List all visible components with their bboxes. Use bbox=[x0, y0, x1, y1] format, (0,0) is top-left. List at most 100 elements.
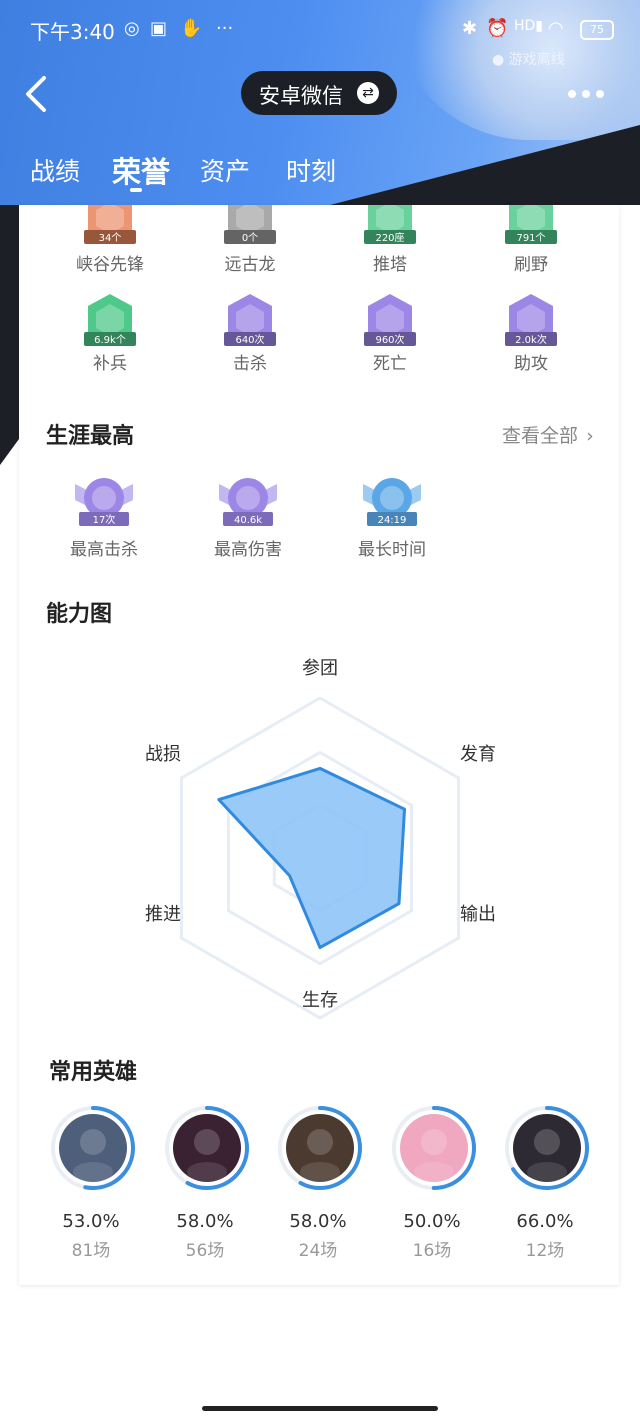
hero-games: 16场 bbox=[412, 1241, 452, 1261]
hero-item[interactable]: 58.0% 24场 bbox=[268, 1106, 368, 1261]
badge-value: 6.9k个 bbox=[94, 334, 126, 346]
hero-item[interactable]: 66.0% 12场 bbox=[495, 1106, 595, 1261]
battery-indicator: 75 bbox=[580, 20, 614, 40]
honor-badge[interactable]: 791个刷野 bbox=[461, 198, 601, 288]
bluetooth-icon: ✱ bbox=[462, 18, 478, 39]
hero-win-rate: 58.0% bbox=[176, 1211, 234, 1232]
badge-label: 峡谷先锋 bbox=[76, 255, 144, 275]
career-best-title: 生涯最高 bbox=[46, 424, 135, 449]
badge-icon: 0个 bbox=[220, 190, 280, 254]
hero-avatar bbox=[51, 1106, 135, 1190]
see-all-label: 查看全部 bbox=[502, 425, 579, 447]
badge-label: 死亡 bbox=[373, 354, 407, 374]
career-badge-label: 最高伤害 bbox=[214, 540, 282, 560]
badge-value: 220座 bbox=[375, 231, 404, 244]
radar-axis-label: 输出 bbox=[460, 904, 496, 925]
badge-icon: 6.9k个 bbox=[84, 294, 136, 346]
hero-avatar bbox=[278, 1106, 362, 1190]
tab-honor[interactable]: 荣誉 bbox=[112, 149, 170, 191]
wifi-icon: ◠ bbox=[548, 18, 564, 39]
badge-label: 助攻 bbox=[514, 354, 548, 374]
hero-games: 81场 bbox=[71, 1241, 111, 1261]
hero-avatar bbox=[505, 1106, 589, 1190]
chevron-right-icon: › bbox=[586, 425, 594, 447]
back-icon[interactable] bbox=[22, 74, 52, 114]
honor-badge[interactable]: 2.0k次助攻 bbox=[461, 292, 601, 382]
badge-value: 791个 bbox=[516, 232, 545, 244]
hero-win-rate: 50.0% bbox=[403, 1211, 461, 1232]
paw-icon: ✋ bbox=[180, 18, 203, 39]
honor-badge[interactable]: 34个峡谷先锋 bbox=[40, 198, 180, 288]
tab-moments[interactable]: 时刻 bbox=[286, 152, 336, 188]
badge-value: 640次 bbox=[235, 333, 264, 346]
hero-avatar bbox=[392, 1106, 476, 1190]
honor-badge[interactable]: 960次死亡 bbox=[320, 292, 460, 382]
home-indicator[interactable] bbox=[202, 1406, 438, 1411]
career-badge-value: 40.6k bbox=[234, 515, 262, 526]
radar-axis-label: 推进 bbox=[145, 904, 181, 925]
badge-value: 2.0k次 bbox=[515, 333, 547, 346]
badge-value: 34个 bbox=[99, 232, 122, 244]
career-badge-icon: 24:19 bbox=[363, 478, 421, 526]
badge-icon: 791个 bbox=[501, 190, 561, 254]
tab-record[interactable]: 战绩 bbox=[30, 152, 80, 188]
badge-icon: 220座 bbox=[360, 190, 420, 254]
career-badge-icon: 17次 bbox=[75, 478, 133, 526]
status-time: 下午3:40 bbox=[30, 20, 115, 44]
badge-label: 远古龙 bbox=[224, 255, 276, 275]
status-bar: 下午3:40 ◎ ▣ ✋ ··· ✱ ⏰ HD▮ ◠ 75 ● 游戏离线 bbox=[0, 0, 640, 68]
badge-icon: 34个 bbox=[80, 190, 140, 254]
honor-badge[interactable]: 0个远古龙 bbox=[180, 198, 320, 288]
tab-bar: 战绩 荣誉 资产 时刻 bbox=[0, 140, 640, 200]
badge-icon: 640次 bbox=[224, 294, 276, 346]
honor-badge[interactable]: 220座推塔 bbox=[320, 198, 460, 288]
badge-label: 刷野 bbox=[514, 255, 548, 275]
career-badge-value: 24:19 bbox=[378, 515, 407, 526]
radar-axis-label: 发育 bbox=[460, 744, 496, 765]
see-all-link[interactable]: 查看全部 › bbox=[502, 421, 594, 448]
hero-avatar bbox=[165, 1106, 249, 1190]
hero-item[interactable]: 53.0% 81场 bbox=[41, 1106, 141, 1261]
hero-games: 24场 bbox=[298, 1241, 338, 1261]
career-badge-icon: 40.6k bbox=[219, 478, 277, 526]
badge-value: 960次 bbox=[375, 333, 404, 346]
ability-chart-title: 能力图 bbox=[46, 602, 113, 627]
career-badge-label: 最高击杀 bbox=[70, 540, 138, 560]
badge-value: 0个 bbox=[242, 232, 258, 244]
career-badge-value: 17次 bbox=[93, 513, 116, 526]
badge-label: 补兵 bbox=[93, 354, 127, 374]
hero-win-rate: 66.0% bbox=[516, 1211, 574, 1232]
honor-badge[interactable]: 6.9k个补兵 bbox=[40, 292, 180, 382]
badge-icon: 960次 bbox=[364, 294, 416, 346]
heroes-title: 常用英雄 bbox=[49, 1060, 138, 1085]
hero-games: 56场 bbox=[185, 1241, 225, 1261]
side-decoration bbox=[0, 205, 19, 465]
more-options-icon[interactable] bbox=[566, 88, 606, 100]
career-best-item[interactable]: 24:19 最长时间 bbox=[322, 472, 462, 562]
game-status: ● 游戏离线 bbox=[492, 52, 565, 68]
active-tab-indicator bbox=[130, 188, 142, 192]
account-name: 安卓微信 bbox=[259, 84, 343, 108]
switch-account-icon: ⇄ bbox=[357, 82, 379, 104]
account-switcher[interactable]: 安卓微信 ⇄ bbox=[241, 71, 397, 115]
badge-icon: 2.0k次 bbox=[505, 294, 557, 346]
hero-item[interactable]: 50.0% 16场 bbox=[382, 1106, 482, 1261]
hero-win-rate: 53.0% bbox=[62, 1211, 120, 1232]
weibo-icon: ◎ bbox=[124, 18, 140, 39]
career-best-item[interactable]: 17次最高击杀 bbox=[34, 472, 174, 562]
hero-win-rate: 58.0% bbox=[289, 1211, 347, 1232]
more-notifications-icon: ··· bbox=[216, 18, 234, 39]
hd-signal-icon: HD▮ bbox=[514, 18, 544, 34]
hero-games: 12场 bbox=[525, 1241, 565, 1261]
career-badge-label: 最长时间 bbox=[358, 540, 426, 560]
career-best-item[interactable]: 40.6k 最高伤害 bbox=[178, 472, 318, 562]
radar-axis-label: 战损 bbox=[145, 744, 181, 765]
alarm-icon: ⏰ bbox=[486, 18, 509, 39]
badge-label: 推塔 bbox=[373, 255, 407, 275]
hero-item[interactable]: 58.0% 56场 bbox=[155, 1106, 255, 1261]
badge-label: 击杀 bbox=[233, 354, 267, 374]
tab-assets[interactable]: 资产 bbox=[200, 152, 250, 188]
radar-axis-label: 生存 bbox=[302, 990, 338, 1011]
honor-badge[interactable]: 640次击杀 bbox=[180, 292, 320, 382]
radar-axis-label: 参团 bbox=[302, 658, 338, 679]
